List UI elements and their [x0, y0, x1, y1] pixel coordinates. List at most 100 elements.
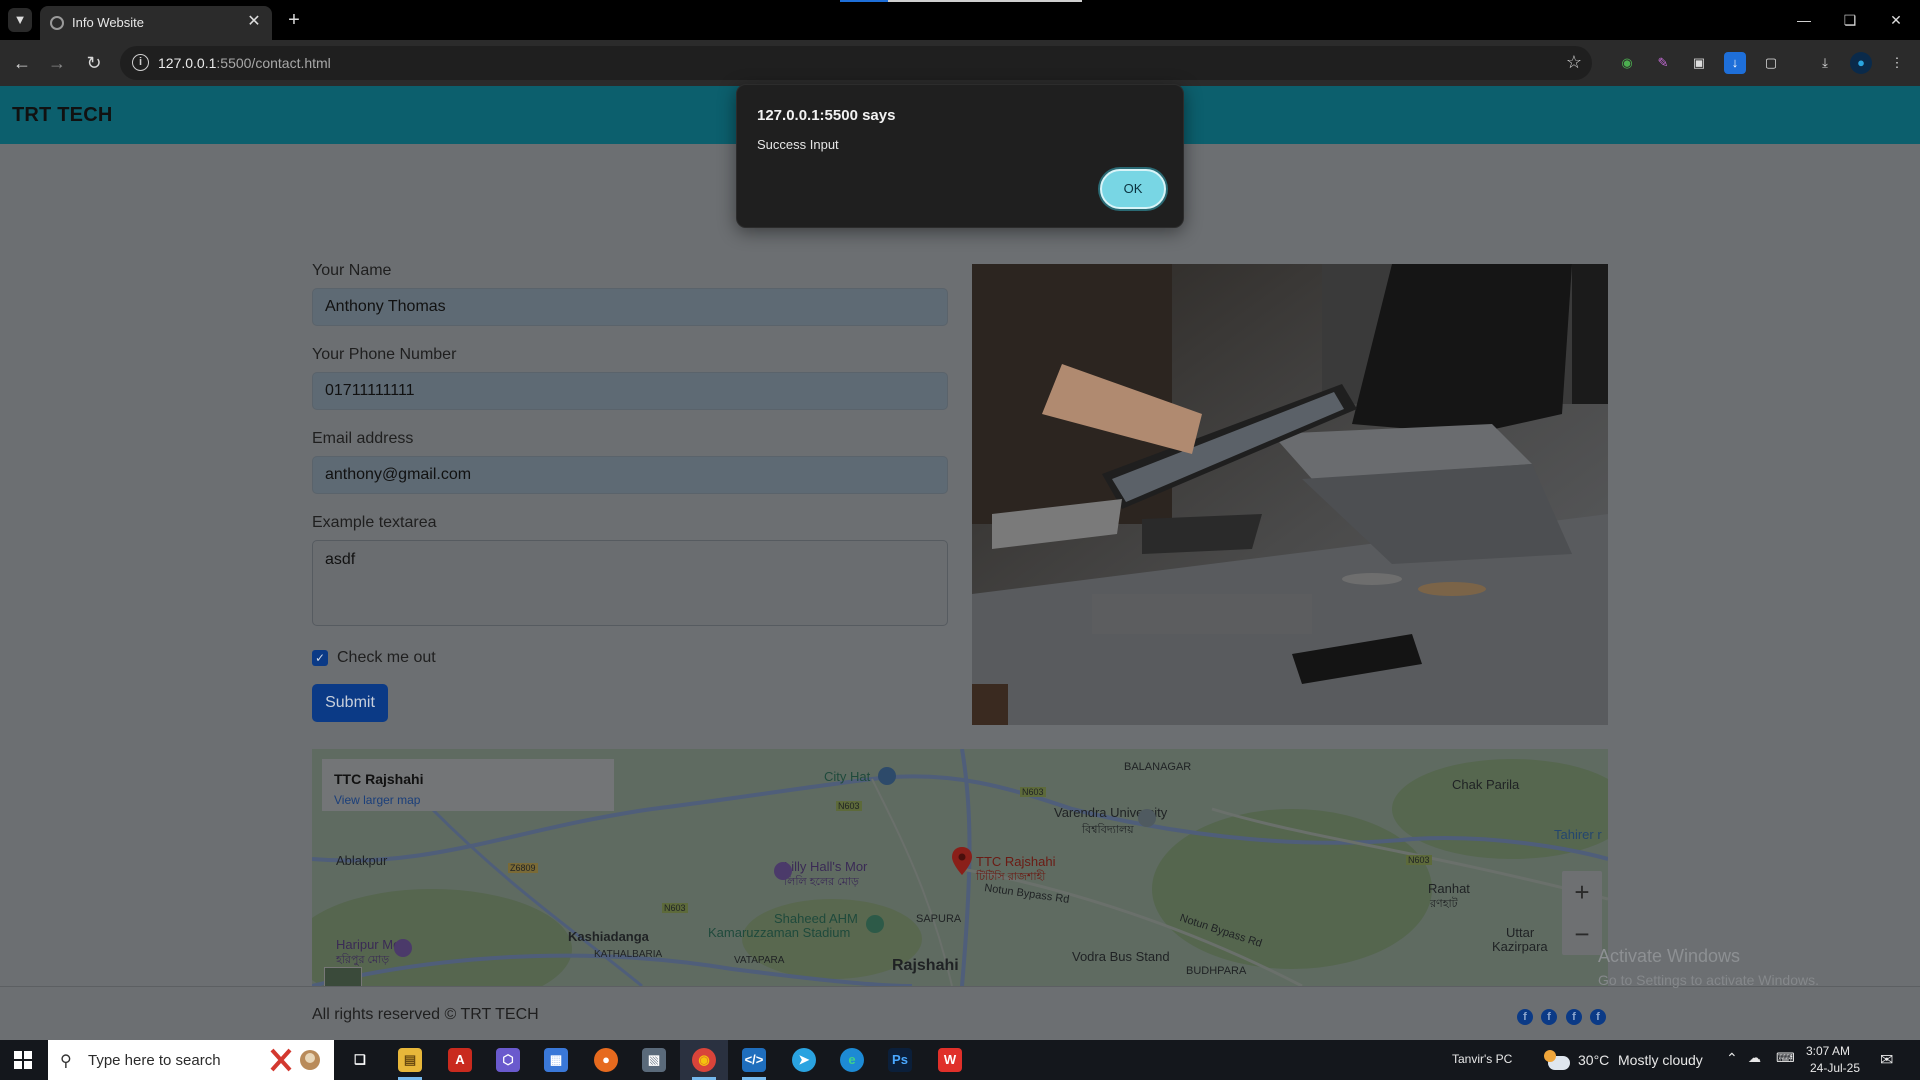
bookmark-star-icon[interactable]: ☆: [1566, 52, 1582, 73]
map-label-rajshahi: Rajshahi: [892, 957, 959, 974]
map-place-title: TTC Rajshahi: [334, 771, 424, 787]
address-bar[interactable]: i 127.0.0.1:5500/contact.html ☆: [120, 46, 1592, 80]
edge-icon[interactable]: e: [828, 1040, 876, 1080]
close-window-icon[interactable]: ✕: [1876, 6, 1916, 34]
message-textarea[interactable]: asdf: [312, 540, 948, 626]
search-highlight-illustration-icon: [270, 1048, 320, 1072]
app-hexagon-icon[interactable]: ⬡: [484, 1040, 532, 1080]
new-tab-button[interactable]: +: [282, 8, 306, 32]
facebook-icon[interactable]: f: [1566, 1009, 1582, 1025]
google-map-embed[interactable]: TTC Rajshahi View larger map City Hat BA…: [312, 749, 1608, 986]
map-route-badge-z6809: Z6809: [508, 863, 538, 873]
clock-date[interactable]: 24-Jul-25: [1810, 1061, 1860, 1075]
extensions-puzzle-icon[interactable]: ▢: [1760, 52, 1782, 74]
ok-button[interactable]: OK: [1100, 169, 1166, 209]
forward-icon[interactable]: →: [45, 51, 69, 75]
browser-tab[interactable]: Info Website ✕: [40, 6, 272, 40]
map-label-shaheed-ahm: Shaheed AHM: [774, 911, 858, 926]
map-label-ttc-pin: TTC Rajshahi: [976, 854, 1056, 869]
task-view-icon[interactable]: ❏: [336, 1040, 384, 1080]
onedrive-icon[interactable]: ☁: [1748, 1050, 1761, 1066]
map-route-badge-n603: N603: [836, 801, 862, 811]
weather-cloud-icon[interactable]: [1544, 1048, 1570, 1072]
download-manager-extension-icon[interactable]: ↓: [1724, 52, 1746, 74]
map-label-sapura: SAPURA: [916, 913, 962, 925]
pc-name-label: Tanvir's PC: [1452, 1052, 1513, 1066]
map-pin-icon[interactable]: [952, 847, 972, 875]
browser-toolbar: ← → ↻ i 127.0.0.1:5500/contact.html ☆ ◉ …: [0, 40, 1920, 86]
taskbar-search-box[interactable]: ⚲ Type here to search: [48, 1040, 334, 1080]
zoom-out-button[interactable]: −: [1562, 913, 1602, 955]
profile-avatar[interactable]: ●: [1850, 52, 1872, 74]
check-me-out-checkbox[interactable]: ✓: [312, 650, 328, 666]
tray-overflow-chevron-icon[interactable]: ⌃: [1726, 1050, 1738, 1067]
site-brand[interactable]: TRT TECH: [12, 104, 112, 127]
facebook-icon[interactable]: f: [1541, 1009, 1557, 1025]
tab-search-button[interactable]: ▼: [8, 8, 32, 32]
eyedropper-extension-icon[interactable]: ✎: [1652, 52, 1674, 74]
tab-title: Info Website: [72, 15, 145, 30]
camera-extension-icon[interactable]: ▣: [1688, 52, 1710, 74]
browser-tab-bar: ▼ Info Website ✕ + — ❏ ✕: [0, 0, 1920, 40]
calculator-icon[interactable]: ▧: [630, 1040, 678, 1080]
name-field[interactable]: Anthony Thomas: [312, 288, 948, 326]
map-label-uttar: Uttar: [1506, 925, 1535, 940]
keyboard-icon[interactable]: ⌨: [1776, 1050, 1795, 1066]
reload-icon[interactable]: ↻: [82, 51, 106, 75]
dialog-title: 127.0.0.1:5500 says: [757, 107, 896, 124]
url-path: :5500/contact.html: [216, 55, 331, 71]
close-tab-icon[interactable]: ✕: [244, 12, 264, 32]
map-route-badge-n603: N603: [662, 903, 688, 913]
file-explorer-icon[interactable]: ▤: [386, 1040, 434, 1080]
map-poi-icon[interactable]: [1138, 809, 1156, 827]
map-poi-icon[interactable]: [774, 862, 792, 880]
globe-icon: [50, 16, 64, 30]
acrobat-icon[interactable]: A: [436, 1040, 484, 1080]
site-footer: All rights reserved © TRT TECH f f f f: [0, 986, 1920, 1040]
office-desk-photo: [972, 264, 1608, 725]
web-page: TRT TECH Your Name Anthony Thomas Your P…: [0, 86, 1920, 1040]
facebook-icon[interactable]: f: [1590, 1009, 1606, 1025]
map-poi-icon[interactable]: [866, 915, 884, 933]
windows-start-icon[interactable]: [14, 1051, 32, 1069]
firefox-icon[interactable]: ●: [582, 1040, 630, 1080]
back-icon[interactable]: ←: [10, 51, 34, 75]
photoshop-icon[interactable]: Ps: [876, 1040, 924, 1080]
menu-kebab-icon[interactable]: ⋮: [1886, 52, 1908, 74]
minimize-icon[interactable]: —: [1784, 6, 1824, 34]
view-larger-map-link[interactable]: View larger map: [334, 793, 420, 807]
map-route-badge-n603: N603: [1020, 787, 1046, 797]
map-label-tahirer: Tahirer r: [1554, 827, 1602, 842]
downloads-icon[interactable]: ⤓: [1814, 52, 1836, 74]
submit-button[interactable]: Submit: [312, 684, 388, 722]
site-info-icon[interactable]: i: [132, 54, 149, 71]
clock-time[interactable]: 3:07 AM: [1806, 1044, 1850, 1058]
taskbar-search-placeholder: Type here to search: [88, 1052, 221, 1069]
name-label: Your Name: [312, 262, 392, 279]
map-poi-icon[interactable]: [394, 939, 412, 957]
search-icon: ⚲: [60, 1053, 72, 1070]
vscode-icon[interactable]: </>: [730, 1040, 778, 1080]
restore-icon[interactable]: ❏: [1830, 6, 1870, 34]
map-layer-thumbnail[interactable]: [324, 967, 362, 986]
microsoft-store-icon[interactable]: ▦: [532, 1040, 580, 1080]
checkbox-row: ✓ Check me out: [312, 646, 948, 670]
zoom-in-button[interactable]: +: [1562, 871, 1602, 913]
chrome-icon[interactable]: ◉: [680, 1040, 728, 1080]
activate-windows-title: Activate Windows: [1598, 946, 1741, 966]
map-poi-icon[interactable]: [878, 767, 896, 785]
weather-description[interactable]: Mostly cloudy: [1618, 1052, 1703, 1068]
map-label-balanagar: BALANAGAR: [1124, 761, 1192, 773]
weather-temperature[interactable]: 30°C: [1578, 1052, 1609, 1068]
color-picker-extension-icon[interactable]: ◉: [1616, 52, 1638, 74]
notification-center-icon[interactable]: ✉: [1880, 1050, 1893, 1070]
telegram-icon[interactable]: ➤: [780, 1040, 828, 1080]
facebook-icon[interactable]: f: [1517, 1009, 1533, 1025]
wps-office-icon[interactable]: W: [926, 1040, 974, 1080]
map-label-kashiadanga: Kashiadanga: [568, 929, 649, 944]
dialog-message: Success Input: [757, 137, 839, 152]
email-field[interactable]: anthony@gmail.com: [312, 456, 948, 494]
checkbox-label: Check me out: [337, 649, 436, 666]
phone-field[interactable]: 01711111111: [312, 372, 948, 410]
map-label-chak-parila: Chak Parila: [1452, 777, 1520, 792]
